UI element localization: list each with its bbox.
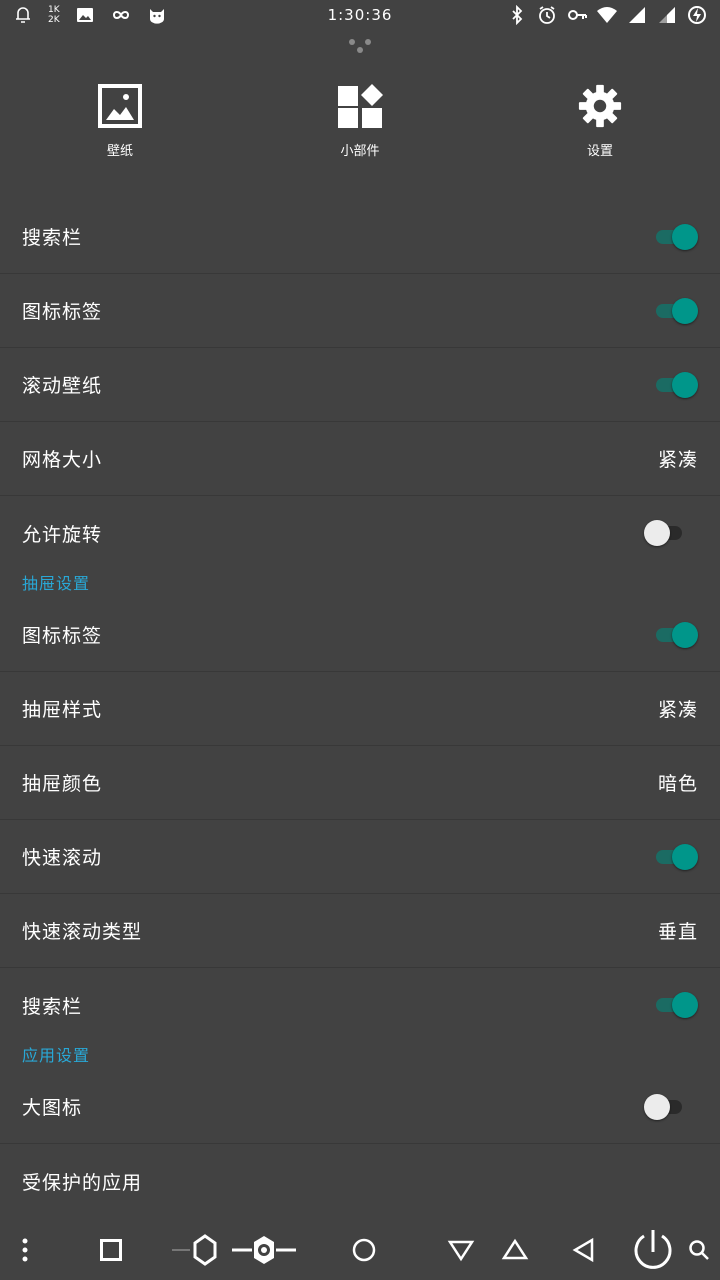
row-scroll-wallpaper[interactable]: 滚动壁纸	[0, 348, 720, 422]
grid-size-value: 紧凑	[657, 449, 698, 471]
search-bar-toggle[interactable]	[654, 223, 698, 250]
row-protected-apps[interactable]: 受保护的应用	[0, 1144, 720, 1218]
battery-charging-icon	[686, 4, 708, 26]
settings-gear-icon	[574, 80, 626, 132]
brightness-low-icon[interactable]	[172, 1230, 232, 1270]
fast-scroll-type-value: 垂直	[657, 921, 698, 943]
row-label: 允许旋转	[22, 523, 103, 546]
wallpaper-label: 壁纸	[106, 144, 133, 159]
circle-icon[interactable]	[350, 1230, 378, 1270]
wifi-icon	[596, 4, 618, 26]
row-drawer-icon-labels[interactable]: 图标标签	[0, 598, 720, 672]
row-label: 快速滚动	[22, 847, 103, 869]
row-label: 网格大小	[22, 449, 103, 471]
row-grid-size[interactable]: 网格大小 紧凑	[0, 422, 720, 496]
widgets-label: 小部件	[340, 144, 380, 159]
row-large-icons[interactable]: 大图标	[0, 1070, 720, 1144]
drawer-style-value: 紧凑	[657, 699, 698, 721]
row-fast-scroll-type[interactable]: 快速滚动类型 垂直	[0, 894, 720, 968]
section-header-apps: 应用设置	[22, 1046, 91, 1065]
row-drawer-search-bar[interactable]: 搜索栏	[0, 968, 720, 1042]
row-label: 搜索栏	[22, 227, 83, 249]
widgets-shortcut[interactable]: 小部件	[290, 80, 430, 159]
settings-list: 搜索栏 图标标签 滚动壁纸 网格大小 紧凑 允许旋转 抽屉设置 图标标签 抽屉样…	[0, 200, 720, 1218]
row-label: 抽屉颜色	[22, 773, 103, 795]
fast-scroll-toggle[interactable]	[654, 843, 698, 870]
widgets-icon	[334, 80, 386, 132]
signal-icon	[626, 4, 648, 26]
row-label: 图标标签	[22, 301, 103, 323]
icon-labels-toggle[interactable]	[654, 297, 698, 324]
row-label: 快速滚动类型	[22, 921, 143, 943]
row-drawer-style[interactable]: 抽屉样式 紧凑	[0, 672, 720, 746]
back-icon[interactable]	[568, 1230, 598, 1270]
drawer-search-bar-toggle[interactable]	[654, 992, 698, 1018]
search-icon[interactable]	[686, 1230, 712, 1270]
triangle-up-icon[interactable]	[500, 1230, 530, 1270]
row-label: 图标标签	[22, 625, 103, 647]
power-icon[interactable]	[630, 1230, 676, 1270]
allow-rotation-toggle[interactable]	[644, 520, 688, 546]
shortcut-bar: 壁纸 小部件 设置	[0, 80, 720, 170]
row-fast-scroll[interactable]: 快速滚动	[0, 820, 720, 894]
large-icons-toggle[interactable]	[644, 1093, 688, 1120]
row-allow-rotation[interactable]: 允许旋转	[0, 496, 720, 570]
scroll-wallpaper-toggle[interactable]	[654, 371, 698, 398]
row-search-bar[interactable]: 搜索栏	[0, 200, 720, 274]
row-label: 大图标	[22, 1097, 83, 1119]
vpn-key-icon	[566, 4, 588, 26]
signal-icon	[656, 4, 678, 26]
triangle-down-icon[interactable]	[446, 1230, 476, 1270]
section-header-drawer: 抽屉设置	[22, 574, 91, 593]
square-icon[interactable]	[96, 1230, 126, 1270]
row-label: 滚动壁纸	[22, 375, 103, 397]
alarm-icon	[536, 4, 558, 26]
settings-label: 设置	[586, 144, 613, 159]
menu-dots-icon[interactable]	[14, 1230, 36, 1270]
drag-handle-icon[interactable]	[346, 38, 374, 56]
wallpaper-shortcut[interactable]: 壁纸	[50, 80, 190, 159]
status-bar: 1K 2K 1:30:36	[0, 0, 720, 32]
settings-shortcut[interactable]: 设置	[530, 80, 670, 159]
row-drawer-color[interactable]: 抽屉颜色 暗色	[0, 746, 720, 820]
row-icon-labels[interactable]: 图标标签	[0, 274, 720, 348]
bluetooth-icon	[506, 4, 528, 26]
brightness-high-icon[interactable]	[232, 1230, 296, 1270]
navigation-bar	[0, 1218, 720, 1280]
wallpaper-icon	[94, 80, 146, 132]
row-label: 受保护的应用	[22, 1171, 143, 1194]
drawer-color-value: 暗色	[657, 773, 698, 795]
drawer-icon-labels-toggle[interactable]	[654, 621, 698, 648]
row-label: 抽屉样式	[22, 699, 103, 721]
row-label: 搜索栏	[22, 995, 83, 1018]
